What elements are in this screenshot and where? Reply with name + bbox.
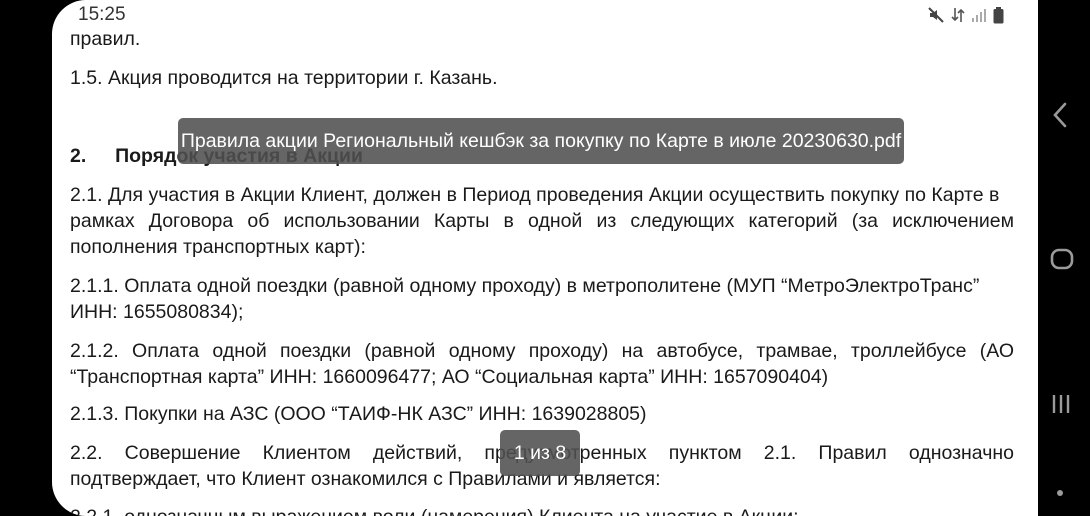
status-time: 15:25 — [78, 4, 126, 25]
pdf-viewer-screen: правил. 1.5. Акция проводится на террито… — [52, 0, 1038, 516]
clause-2-1-line-3: пополнения транспортных карт): — [70, 236, 366, 258]
recent-apps-icon[interactable] — [1050, 392, 1074, 421]
dot-icon — [1056, 484, 1064, 502]
clause-2-1-2-line-1: 2.1.2. Оплата одной поездки (равной одно… — [70, 340, 1014, 362]
navigation-bar — [1040, 0, 1090, 516]
clause-2-1-1-line-2: ИНН: 1655080834); — [70, 301, 244, 323]
status-icons — [927, 6, 1004, 24]
status-bar: 15:25 — [52, 0, 1038, 30]
doc-text-line: правил. — [70, 28, 141, 50]
signal-icon — [971, 7, 987, 23]
back-icon[interactable] — [1050, 100, 1070, 135]
data-transfer-icon — [951, 6, 965, 24]
section-number: 2. — [70, 145, 87, 167]
clause-2-1-3: 2.1.3. Покупки на АЗС (ООО “ТАИФ-НК АЗС”… — [70, 403, 647, 425]
clause-2-1-line-2: рамках Договора об использовании Карты в… — [70, 210, 1014, 232]
clause-2-2-1: 2.2.1. однозначным выражением воли (наме… — [70, 506, 799, 516]
page-indicator: 1 из 8 — [500, 430, 580, 476]
clause-2-1-2-line-2: “Транспортная карта” ИНН: 1660096477; АО… — [70, 366, 829, 388]
battery-icon — [993, 6, 1004, 24]
clause-2-1-line-1: 2.1. Для участия в Акции Клиент, должен … — [70, 184, 1000, 206]
clause-2-1-1-line-1: 2.1.1. Оплата одной поездки (равной одно… — [70, 275, 980, 297]
clause-1-5: 1.5. Акция проводится на территории г. К… — [70, 67, 498, 89]
mute-icon — [927, 6, 945, 24]
home-icon[interactable] — [1050, 247, 1074, 276]
file-name-overlay: Правила акции Региональный кешбэк за пок… — [178, 118, 904, 164]
